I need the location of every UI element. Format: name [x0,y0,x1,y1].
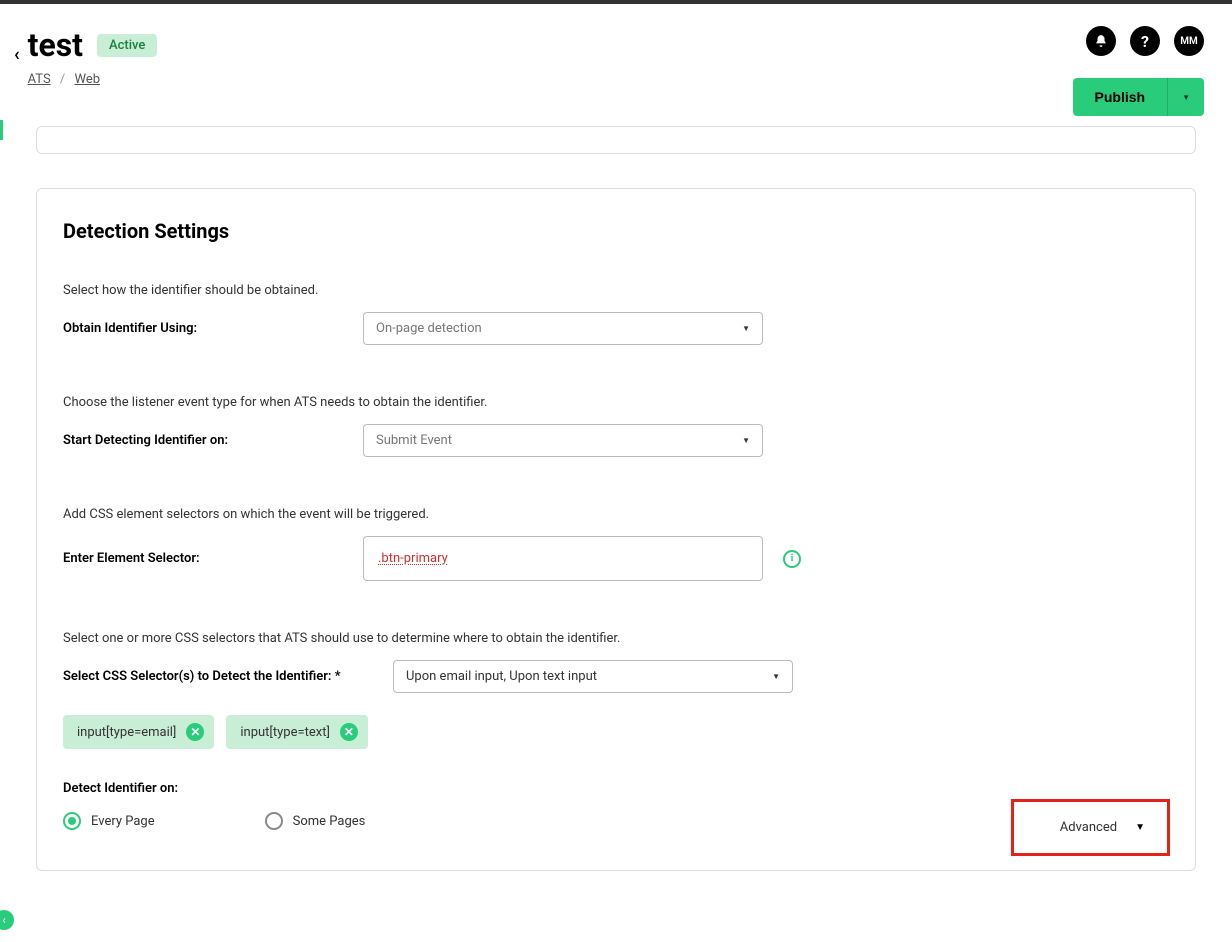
field-obtain-identifier: Obtain Identifier Using: On-page detecti… [63,312,1169,345]
css-selectors-select[interactable]: Upon email input, Upon text input ▼ [393,660,793,693]
chip-email-remove-icon[interactable]: ✕ [186,723,204,741]
detection-settings-card: Detection Settings Select how the identi… [36,188,1196,871]
previous-card-bottom [36,126,1196,154]
advanced-label: Advanced [1060,820,1117,835]
chip-email: input[type=email] ✕ [63,715,214,749]
detect-on-label: Detect Identifier on: [63,781,1169,796]
caret-down-icon: ▼ [1135,822,1145,833]
back-chevron-icon[interactable]: ‹ [14,44,20,65]
start-detecting-label: Start Detecting Identifier on: [63,433,363,448]
publish-dropdown-button[interactable]: ▼ [1167,78,1204,116]
breadcrumb: ATS / Web [28,72,158,87]
publish-button[interactable]: Publish [1073,78,1168,116]
start-detecting-value: Submit Event [376,433,452,448]
status-badge: Active [97,34,157,57]
publish-group: Publish ▼ [1073,78,1204,116]
avatar[interactable]: MM [1174,26,1204,56]
chip-text: input[type=text] ✕ [226,715,368,749]
caret-down-icon: ▼ [742,436,750,445]
breadcrumb-web[interactable]: Web [75,72,101,87]
radio-every-page[interactable]: Every Page [63,812,155,830]
title-block: test Active ATS / Web [28,26,158,87]
main-area: Detection Settings Select how the identi… [0,126,1232,891]
header-icons: ? MM [1086,26,1204,56]
page-title: test [28,26,83,64]
css-selectors-label: Select CSS Selector(s) to Detect the Ide… [63,669,393,684]
obtain-identifier-value: On-page detection [376,321,482,336]
chip-text-remove-icon[interactable]: ✕ [340,723,358,741]
radio-dot-icon [68,817,76,825]
help-icon[interactable]: ? [1130,26,1160,56]
help-obtain: Select how the identifier should be obta… [63,283,1169,298]
radio-some-pages-label: Some Pages [293,814,366,829]
element-selector-input[interactable]: .btn-primary [363,536,763,581]
chip-email-label: input[type=email] [77,725,176,740]
detect-on-radios: Every Page Some Pages [63,812,1169,830]
css-selectors-value: Upon email input, Upon text input [406,669,597,684]
left-accent-bar [0,120,3,140]
start-detecting-select[interactable]: Submit Event ▼ [363,424,763,457]
info-icon[interactable]: i [783,550,801,568]
radio-every-page-circle [63,812,81,830]
breadcrumb-separator: / [60,72,65,87]
breadcrumb-ats[interactable]: ATS [28,72,51,87]
obtain-identifier-select[interactable]: On-page detection ▼ [363,312,763,345]
help-bubble[interactable]: ‹ [0,910,14,930]
radio-some-pages-circle [265,812,283,830]
advanced-toggle[interactable]: Advanced ▼ [1011,799,1170,856]
caret-down-icon: ▼ [1182,93,1190,102]
help-css-selectors: Select one or more CSS selectors that AT… [63,631,1169,646]
section-title: Detection Settings [63,219,1169,243]
header-right: ? MM Publish ▼ [1073,26,1204,116]
field-start-detecting: Start Detecting Identifier on: Submit Ev… [63,424,1169,457]
header-left: ‹ test Active ATS / Web [14,26,157,87]
obtain-identifier-label: Obtain Identifier Using: [63,321,363,336]
chip-text-label: input[type=text] [240,725,330,740]
selector-chips: input[type=email] ✕ input[type=text] ✕ [63,715,1169,749]
caret-down-icon: ▼ [772,672,780,681]
title-row: test Active [28,26,158,64]
help-start-detecting: Choose the listener event type for when … [63,395,1169,410]
caret-down-icon: ▼ [742,324,750,333]
header: ‹ test Active ATS / Web ? MM Publish [0,4,1232,126]
field-element-selector: Enter Element Selector: .btn-primary i [63,536,1169,581]
radio-every-page-label: Every Page [91,814,155,829]
element-selector-value: .btn-primary [378,551,448,566]
notifications-icon[interactable] [1086,26,1116,56]
help-element-selector: Add CSS element selectors on which the e… [63,507,1169,522]
field-css-selectors: Select CSS Selector(s) to Detect the Ide… [63,660,1169,693]
element-selector-label: Enter Element Selector: [63,551,363,566]
radio-some-pages[interactable]: Some Pages [265,812,366,830]
